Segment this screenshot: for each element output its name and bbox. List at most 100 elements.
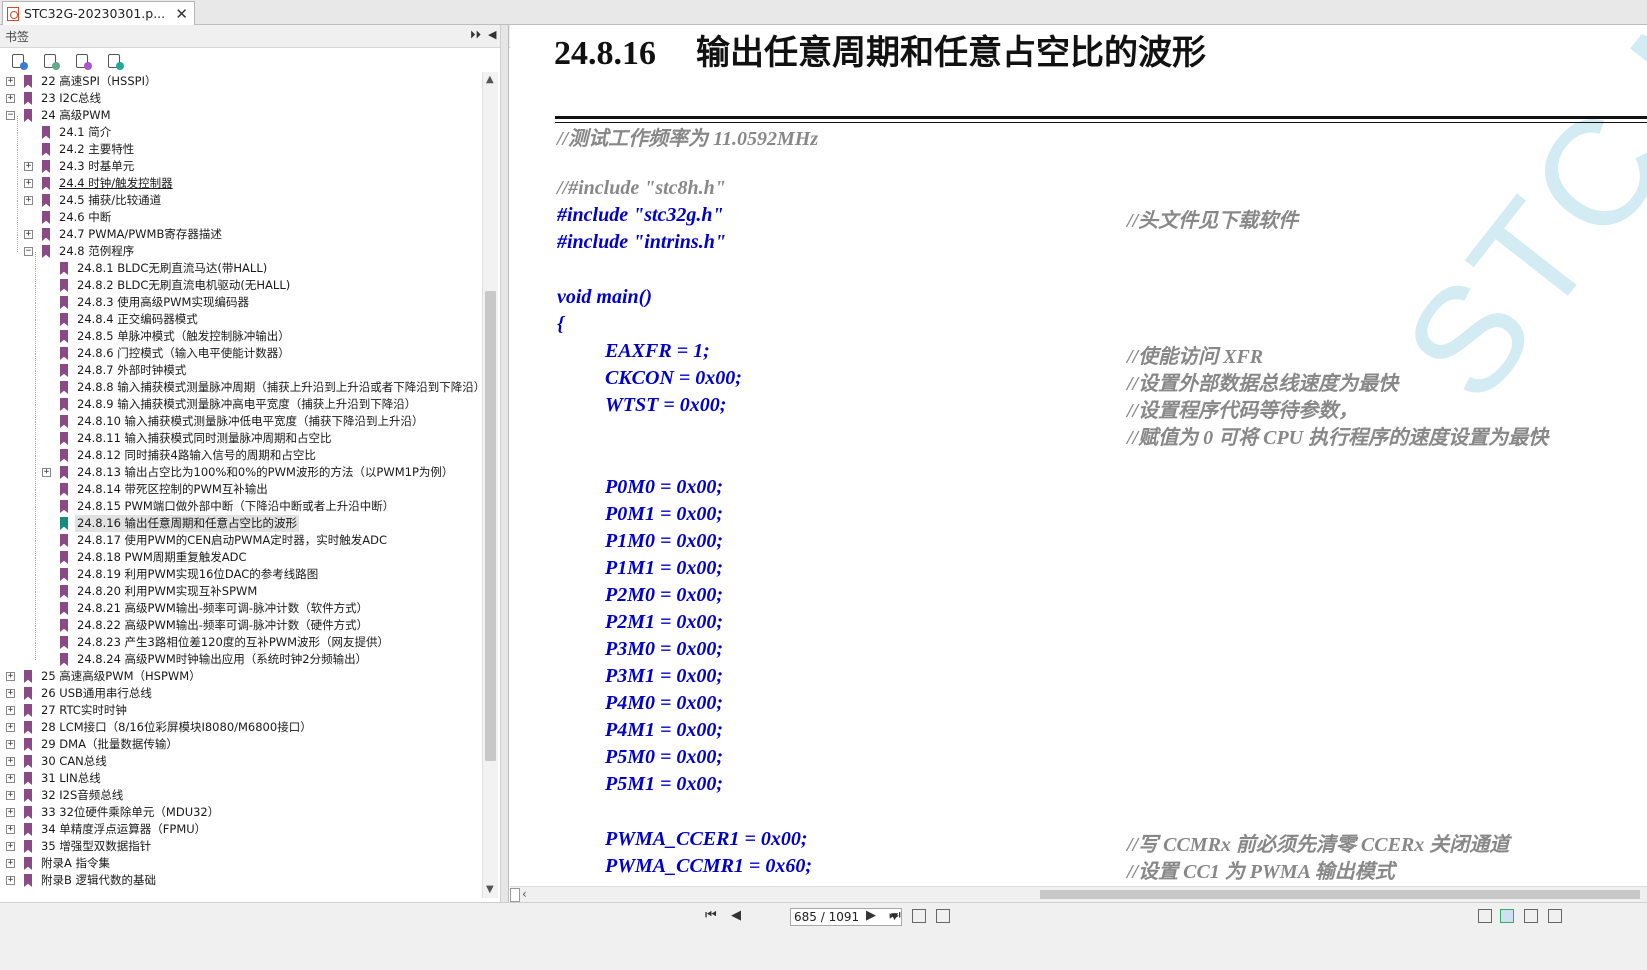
expand-node-icon[interactable]: + [6, 77, 15, 86]
bookmark-item[interactable]: 24.8.15 PWM端口做外部中断（下降沿中断或者上升沿中断） [0, 490, 505, 515]
collapse-pane-icon[interactable]: ◀ [488, 28, 496, 41]
single-page-view-icon[interactable] [1478, 909, 1492, 923]
bookmark-item[interactable]: 24.2 主要特性 [0, 133, 505, 158]
bookmark-item[interactable]: 24.8.11 输入捕获模式同时测量脉冲周期和占空比 [0, 422, 505, 447]
bookmark-item[interactable]: +32 I2S音频总线 [0, 787, 505, 804]
scroll-down-icon[interactable]: ▼ [486, 884, 494, 895]
bookmark-item[interactable]: 24.8.9 输入捕获模式测量脉冲高电平宽度（捕获上升沿到下降沿） [0, 388, 505, 413]
bookmark-item[interactable]: +24.8.13 输出占空比为100%和0%的PWM波形的方法（以PWM1P为例… [0, 456, 505, 481]
bookmark-item[interactable]: 24.8.22 高级PWM输出-频率可调-脉冲计数（硬件方式） [0, 609, 505, 634]
bookmark-item[interactable]: +25 高速高级PWM（HSPWM） [0, 668, 505, 685]
bookmark-item[interactable]: +24.4 时钟/触发控制器 [0, 167, 505, 192]
bookmark-item[interactable]: + 附录B 逻辑代数的基础 [0, 872, 505, 889]
expand-node-icon[interactable]: + [6, 723, 15, 732]
expand-bookmark-icon[interactable] [10, 53, 28, 71]
two-page-view-icon[interactable] [1524, 909, 1538, 923]
bookmark-item[interactable]: 24.8.18 PWM周期重复触发ADC [0, 541, 505, 566]
bookmark-item[interactable]: − 24 高级PWM [0, 107, 505, 124]
collapse-bookmark-icon[interactable] [42, 53, 60, 71]
hscroll-thumb[interactable] [1040, 890, 1640, 899]
bookmark-item[interactable]: 24.8.16 输出任意周期和任意占空比的波形 [0, 507, 505, 532]
expand-node-icon[interactable]: + [6, 774, 15, 783]
continuous-view-icon[interactable] [1500, 909, 1514, 923]
expand-node-icon[interactable]: + [6, 689, 15, 698]
document-tab[interactable]: STC32G-20230301.p... ✕ [2, 1, 195, 25]
bookmark-item[interactable]: +27 RTC实时时钟 [0, 702, 505, 719]
fit-page-icon[interactable] [936, 909, 950, 923]
expand-node-icon[interactable]: + [6, 859, 15, 868]
bookmark-item[interactable]: +28 LCM接口（8/16位彩屏模块I8080/M6800接口） [0, 719, 505, 736]
scroll-thumb[interactable] [485, 291, 496, 761]
expand-node-icon[interactable]: + [24, 230, 33, 239]
bookmark-item[interactable]: 24.8.4 正交编码器模式 [0, 303, 505, 328]
expand-node-icon[interactable]: + [24, 162, 33, 171]
bookmark-item[interactable]: 24.8.3 使用高级PWM实现编码器 [0, 286, 505, 311]
bookmark-item[interactable]: 24.8.2 BLDC无刷直流电机驱动(无HALL) [0, 269, 505, 294]
bookmark-scrollbar[interactable]: ▲ ▼ [482, 72, 498, 898]
pane-splitter[interactable] [500, 25, 509, 945]
bookmark-item[interactable]: 24.6 中断 [0, 201, 505, 226]
bookmark-item[interactable]: +24.5 捕获/比较通道 [0, 184, 505, 209]
bookmark-item[interactable]: 24.8.7 外部时钟模式 [0, 354, 505, 379]
bookmark-item[interactable]: 24.8.19 利用PWM实现16位DAC的参考线路图 [0, 558, 505, 583]
previous-page-icon[interactable]: ◀ [731, 908, 741, 923]
bookmark-item[interactable]: 24.8.6 门控模式（输入电平使能计数器） [0, 337, 505, 362]
expand-node-icon[interactable]: + [24, 196, 33, 205]
bookmark-item[interactable]: +33 32位硬件乘除单元（MDU32） [0, 804, 505, 821]
bookmark-item[interactable]: +35 增强型双数据指针 [0, 838, 505, 855]
bookmark-item[interactable]: 24.8.23 产生3路相位差120度的互补PWM波形（网友提供） [0, 626, 505, 651]
two-page-continuous-view-icon[interactable] [1548, 909, 1562, 923]
page-horizontal-scrollbar[interactable]: ‹ [510, 886, 1647, 902]
bookmark-item[interactable]: 24.1 简介 [0, 116, 505, 141]
bookmark-item[interactable]: +29 DMA（批量数据传输） [0, 736, 505, 753]
expand-node-icon[interactable]: + [6, 876, 15, 885]
bookmark-label: 24.8.3 使用高级PWM实现编码器 [77, 295, 249, 309]
bookmark-item[interactable]: 24.8.20 利用PWM实现互补SPWM [0, 575, 505, 600]
expand-node-icon[interactable]: + [6, 791, 15, 800]
goto-bookmark-icon[interactable] [74, 53, 92, 71]
bookmark-item[interactable]: 24.8.17 使用PWM的CEN启动PWMA定时器，实时触发ADC [0, 524, 505, 549]
expand-node-icon[interactable]: + [6, 808, 15, 817]
expand-node-icon[interactable]: + [42, 468, 51, 477]
bookmark-item[interactable]: 24.8.12 同时捕获4路输入信号的周期和占空比 [0, 439, 505, 464]
expand-node-icon[interactable]: + [6, 825, 15, 834]
expand-pane-icon[interactable]: ⏵⏵ [470, 28, 481, 42]
expand-node-icon[interactable]: + [6, 757, 15, 766]
bookmark-icon [60, 602, 68, 615]
bookmark-item[interactable]: 24.8.14 带死区控制的PWM互补输出 [0, 473, 505, 498]
bookmark-item[interactable]: +23 I2C总线 [0, 90, 505, 107]
collapse-node-icon[interactable]: − [24, 247, 33, 256]
expand-node-icon[interactable]: + [6, 842, 15, 851]
bookmark-item[interactable]: +24.3 时基单元 [0, 150, 505, 175]
expand-node-icon[interactable]: + [6, 94, 15, 103]
expand-node-icon[interactable]: + [24, 179, 33, 188]
bookmark-item[interactable]: + 附录A 指令集 [0, 855, 505, 872]
bookmark-item[interactable]: 24.8.8 输入捕获模式测量脉冲周期（捕获上升沿到上升沿或者下降沿到下降沿） [0, 371, 505, 396]
close-tab-icon[interactable]: ✕ [175, 5, 188, 23]
bookmark-item[interactable]: +24.7 PWMA/PWMB寄存器描述 [0, 218, 505, 243]
next-page-icon[interactable]: ▶ [866, 908, 876, 923]
scroll-left-icon[interactable]: ‹ [522, 887, 527, 901]
first-page-icon[interactable]: ⏮ [705, 908, 717, 923]
bookmark-item[interactable]: +31 LIN总线 [0, 770, 505, 787]
bookmark-item[interactable]: +34 单精度浮点运算器（FPMU） [0, 821, 505, 838]
bookmark-item[interactable]: 24.8.21 高级PWM输出-频率可调-脉冲计数（软件方式） [0, 592, 505, 617]
scroll-up-icon[interactable]: ▲ [486, 74, 494, 85]
expand-node-icon[interactable]: + [6, 672, 15, 681]
last-page-icon[interactable]: ⏭ [889, 908, 901, 923]
expand-node-icon[interactable]: + [6, 706, 15, 715]
bookmark-item[interactable]: 24.8.5 单脉冲模式（触发控制脉冲输出） [0, 320, 505, 345]
find-bookmark-icon[interactable] [106, 53, 124, 71]
bookmark-icon [60, 279, 68, 292]
bookmark-item[interactable]: 24.8.24 高级PWM时钟输出应用（系统时钟2分频输出） [0, 643, 505, 668]
rotate-view-icon[interactable] [912, 909, 926, 923]
bookmark-item[interactable]: 24.8.1 BLDC无刷直流马达(带HALL) [0, 252, 505, 277]
bookmark-item[interactable]: +22 高速SPI（HSSPI） [0, 73, 505, 90]
collapse-node-icon[interactable]: − [6, 111, 15, 120]
bookmark-item[interactable]: +30 CAN总线 [0, 753, 505, 770]
bookmark-item[interactable]: 24.8.10 输入捕获模式测量脉冲低电平宽度（捕获下降沿到上升沿） [0, 405, 505, 430]
page-number-field[interactable]: 685 / 1091 ▼ [790, 908, 902, 926]
bookmark-item[interactable]: +26 USB通用串行总线 [0, 685, 505, 702]
bookmark-item[interactable]: − 24.8 范例程序 [0, 235, 505, 260]
expand-node-icon[interactable]: + [6, 740, 15, 749]
